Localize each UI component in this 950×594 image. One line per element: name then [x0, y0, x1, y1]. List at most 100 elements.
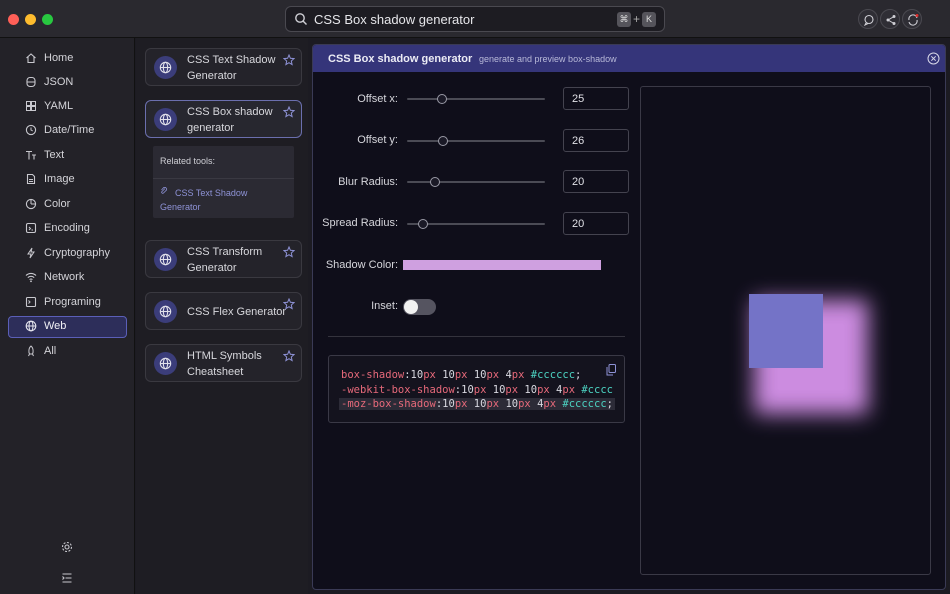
chat-icon	[863, 14, 874, 26]
globe-icon	[159, 61, 172, 74]
code-unit: px	[518, 398, 531, 410]
offset-x-slider[interactable]	[407, 94, 545, 104]
blur-radius-input[interactable]: 20	[563, 170, 629, 193]
code-semicolon: ;	[575, 369, 582, 381]
related-tools-panel: Related tools: CSS Text Shadow Generator	[153, 146, 294, 218]
palette-icon	[25, 198, 37, 210]
sidebar-item-programing[interactable]: Programing	[8, 292, 127, 314]
globe-icon-badge	[154, 248, 177, 271]
sidebar-item-yaml[interactable]: YAML	[8, 96, 127, 118]
tool-card-html-symbols[interactable]: HTML Symbols Cheatsheet	[145, 344, 302, 382]
slider-thumb[interactable]	[437, 94, 447, 104]
code-unit: px	[454, 398, 468, 410]
sidebar-item-image[interactable]: Image	[8, 169, 127, 191]
favorite-star-icon[interactable]	[283, 350, 295, 362]
offset-x-input[interactable]: 25	[563, 87, 629, 110]
settings-icon[interactable]	[61, 541, 73, 553]
code-unit: px	[505, 384, 519, 396]
sidebar-item-text[interactable]: Text	[8, 145, 127, 167]
shadow-color-label: Shadow Color:	[325, 259, 398, 271]
slider-thumb[interactable]	[418, 219, 428, 229]
panel-header: CSS Box shadow generator generate and pr…	[313, 45, 945, 72]
yaml-icon	[26, 101, 36, 111]
code-line-2: -webkit-box-shadow:10px 10px 10px 4px #c…	[341, 384, 613, 396]
home-icon	[26, 53, 36, 64]
sidebar-item-home[interactable]: Home	[8, 48, 127, 70]
globe-icon-badge	[154, 300, 177, 323]
inset-toggle[interactable]	[403, 299, 436, 315]
sidebar-item-json[interactable]: JSON	[8, 72, 127, 94]
tool-card-css-transform[interactable]: CSS Transform Generator	[145, 240, 302, 278]
tool-card-css-box-shadow[interactable]: CSS Box shadow generator	[145, 100, 302, 138]
code-num: 10	[492, 384, 506, 396]
globe-icon	[159, 305, 172, 318]
code-hex: #cccccc	[562, 398, 607, 410]
code-num: 10	[473, 398, 487, 410]
slider-thumb[interactable]	[438, 136, 448, 146]
update-button[interactable]	[902, 9, 922, 29]
code-unit: px	[454, 369, 468, 381]
minimize-window-button[interactable]	[25, 14, 36, 25]
sidebar-item-network[interactable]: Network	[8, 267, 127, 289]
sidebar-item-label: Color	[44, 198, 71, 210]
code-unit: px	[537, 384, 550, 396]
spread-radius-input[interactable]: 20	[563, 212, 629, 235]
favorite-star-icon[interactable]	[283, 106, 295, 118]
inset-label: Inset:	[371, 300, 398, 312]
offset-y-input[interactable]: 26	[563, 129, 629, 152]
copy-icon[interactable]	[606, 364, 616, 376]
share-button[interactable]	[880, 9, 900, 29]
tool-card-css-text-shadow[interactable]: CSS Text Shadow Generator	[145, 48, 302, 86]
k-key: K	[642, 12, 656, 27]
sidebar-item-encoding[interactable]: Encoding	[8, 218, 127, 240]
preview-box	[749, 294, 823, 368]
close-window-button[interactable]	[8, 14, 19, 25]
sidebar-item-label: Encoding	[44, 222, 90, 234]
offset-y-slider[interactable]	[407, 136, 545, 146]
code-prop: box-shadow	[341, 369, 405, 381]
tool-list: CSS Text Shadow Generator CSS Box shadow…	[136, 38, 308, 594]
code-num: 10	[442, 369, 455, 381]
offset-y-label: Offset y:	[357, 134, 398, 146]
sidebar-item-label: Network	[44, 271, 85, 283]
sidebar-item-all[interactable]: All	[8, 341, 127, 363]
terminal-icon	[25, 296, 37, 308]
feedback-button[interactable]	[858, 9, 878, 29]
blur-radius-slider[interactable]	[407, 177, 545, 187]
spread-radius-label: Spread Radius:	[322, 217, 398, 229]
code-num: 10	[473, 369, 487, 381]
code-unit: px	[511, 369, 525, 381]
tool-name: CSS Box shadow generator	[187, 106, 273, 134]
sidebar-item-label: Programing	[44, 296, 101, 308]
sidebar-item-datetime[interactable]: Date/Time	[8, 120, 127, 142]
sidebar-item-label: Web	[44, 320, 67, 332]
favorite-star-icon[interactable]	[283, 54, 295, 66]
globe-icon-badge	[154, 352, 177, 375]
bolt-icon	[27, 247, 35, 259]
sidebar-item-label: Date/Time	[44, 124, 95, 136]
sidebar: Home JSON YAML Date/Time Text Image Colo…	[0, 38, 135, 594]
code-prop: -webkit-box-shadow	[341, 384, 455, 396]
slider-thumb[interactable]	[430, 177, 440, 187]
spread-radius-slider[interactable]	[407, 219, 545, 229]
sidebar-item-color[interactable]: Color	[8, 194, 127, 216]
favorite-star-icon[interactable]	[283, 298, 295, 310]
collapse-sidebar-icon[interactable]	[61, 572, 73, 584]
code-num: 10	[505, 398, 519, 410]
rocket-icon	[28, 345, 34, 357]
tool-name: HTML Symbols Cheatsheet	[187, 350, 262, 378]
tool-card-css-flex[interactable]: CSS Flex Generator	[145, 292, 302, 330]
shadow-preview	[640, 86, 931, 575]
zoom-window-button[interactable]	[42, 14, 53, 25]
favorite-star-icon[interactable]	[283, 246, 295, 258]
related-tool-link[interactable]: CSS Text Shadow Generator	[160, 186, 285, 214]
sidebar-item-cryptography[interactable]: Cryptography	[8, 243, 127, 265]
tool-panel: CSS Box shadow generator generate and pr…	[312, 44, 946, 590]
text-icon	[26, 150, 36, 160]
sidebar-item-web[interactable]: Web	[8, 316, 127, 338]
panel-subtitle: generate and preview box-shadow	[479, 54, 617, 64]
panel-title: CSS Box shadow generator	[328, 53, 473, 65]
close-icon[interactable]	[927, 52, 940, 65]
search-input[interactable]: CSS Box shadow generator ⌘ + K	[285, 6, 665, 32]
shadow-color-picker[interactable]	[403, 260, 601, 270]
